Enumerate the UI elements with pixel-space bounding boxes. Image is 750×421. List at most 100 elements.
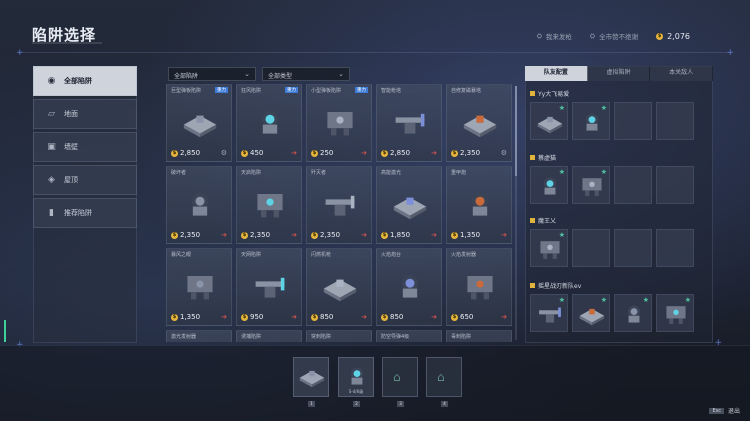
trap-image <box>319 185 361 221</box>
trap-card[interactable]: 狂风陷阱 重力 $450 ➔ <box>236 84 302 162</box>
loadout-slot[interactable] <box>293 357 329 397</box>
trap-card[interactable]: 诱捕陷阱 <box>236 330 302 342</box>
trap-image <box>577 107 607 137</box>
trap-card[interactable]: 小型弹板陷阱 重力 $250 ➔ <box>306 84 372 162</box>
trap-image <box>535 107 565 137</box>
trap-price: $2,850 <box>381 149 411 157</box>
ceiling-icon: ◈ <box>48 175 55 185</box>
trap-price: $2,350 <box>171 231 201 239</box>
buy-arrow-icon[interactable]: ➔ <box>501 231 507 239</box>
loadout-slot[interactable]: ⌂ <box>426 357 462 397</box>
team-trap-slot[interactable]: ★ <box>656 294 694 332</box>
team-panel-tabs: 队友配置 虚拟陷阱 本关敌人 <box>525 66 714 81</box>
team-trap-slot[interactable] <box>614 102 652 140</box>
trap-card[interactable]: 突刺陷阱 <box>306 330 372 342</box>
team-trap-slot[interactable]: ★ <box>572 102 610 140</box>
trap-card[interactable]: 破坏者 $2,350 ➔ <box>166 166 232 244</box>
sidebar-item-floor[interactable]: ▱ 地面 <box>33 99 137 129</box>
trap-card[interactable]: 智能枪塔 $2,850 ➔ <box>376 84 442 162</box>
coin-icon: $ <box>451 149 458 157</box>
team-trap-slot[interactable] <box>572 229 610 267</box>
info-icon[interactable]: ⚙ <box>501 149 507 157</box>
header-right: ⛭ 我来发枪 ⛭ 全市赞不绝谢 $ 2,076 <box>536 31 690 42</box>
trap-card[interactable]: 自修复磁暴塔 $2,350 ⚙ <box>446 84 512 162</box>
buy-arrow-icon[interactable]: ➔ <box>431 231 437 239</box>
sidebar-item-all-traps[interactable]: ◉ 全部陷阱 <box>33 66 137 96</box>
trap-card[interactable]: 暴风之眼 $1,350 ➔ <box>166 248 232 326</box>
buy-arrow-icon[interactable]: ➔ <box>431 149 437 157</box>
trap-price: $2,850 <box>171 149 201 157</box>
team-trap-slot[interactable]: ★ <box>614 294 652 332</box>
team-trap-slot[interactable]: ★ <box>530 294 568 332</box>
team-trap-slot[interactable]: ★ <box>530 229 568 267</box>
trap-card[interactable]: 重甲炮 $1,350 ➔ <box>446 166 512 244</box>
header-link-1[interactable]: ⛭ 我来发枪 <box>536 31 572 42</box>
trap-image <box>179 103 221 139</box>
team-member: 蔡虚猫 ★ ★ <box>530 153 710 204</box>
team-trap-slot[interactable] <box>614 166 652 204</box>
buy-arrow-icon[interactable]: ➔ <box>501 313 507 321</box>
team-trap-slot[interactable]: ★ <box>572 294 610 332</box>
tab-team-config[interactable]: 队友配置 <box>525 66 588 81</box>
rank-icon <box>530 155 535 160</box>
rank-icon <box>530 91 535 96</box>
buy-arrow-icon[interactable]: ➔ <box>431 313 437 321</box>
trap-name: 毒刺陷阱 <box>451 334 472 340</box>
tab-virtual-traps[interactable]: 虚拟陷阱 <box>587 66 651 81</box>
trap-card[interactable]: 火焰炮台 $850 ➔ <box>376 248 442 326</box>
trap-name: 火焰发射器 <box>451 252 477 258</box>
trap-name: 暴风之眼 <box>171 252 192 258</box>
buy-arrow-icon[interactable]: ➔ <box>221 231 227 239</box>
trap-price: $2,350 <box>241 231 271 239</box>
team-trap-slot[interactable] <box>656 166 694 204</box>
info-icon[interactable]: ⚙ <box>221 149 227 157</box>
trap-price: $450 <box>241 149 264 157</box>
team-trap-slot[interactable]: ★ <box>530 102 568 140</box>
grid-scrollbar-thumb[interactable] <box>515 86 517 176</box>
type-filter-select[interactable]: 全部类型 ⌄ <box>262 67 350 81</box>
coin-icon: $ <box>381 231 388 239</box>
coin-icon: $ <box>451 231 458 239</box>
team-trap-slot[interactable] <box>656 229 694 267</box>
wall-icon: ▣ <box>47 142 56 152</box>
buy-arrow-icon[interactable]: ➔ <box>361 313 367 321</box>
empty-slot-icon: ⌂ <box>393 370 401 384</box>
exit-button[interactable]: Esc 退出 <box>709 406 740 415</box>
team-trap-slots: ★ <box>530 229 710 267</box>
tab-enemies[interactable]: 本关敌人 <box>650 66 714 81</box>
trap-card[interactable]: 火焰发射器 $650 ➔ <box>446 248 512 326</box>
loadout-slot[interactable]: S-4/6级 <box>338 357 374 397</box>
buy-arrow-icon[interactable]: ➔ <box>361 149 367 157</box>
trap-card[interactable]: 激光发射器 <box>166 330 232 342</box>
floor-icon: ▱ <box>48 109 55 119</box>
buy-arrow-icon[interactable]: ➔ <box>361 231 367 239</box>
buy-arrow-icon[interactable]: ➔ <box>291 313 297 321</box>
team-trap-slot[interactable]: ★ <box>530 166 568 204</box>
buy-arrow-icon[interactable]: ➔ <box>291 149 297 157</box>
team-trap-slot[interactable]: ★ <box>572 166 610 204</box>
trap-badge: 重力 <box>285 87 298 93</box>
sidebar-item-recommended[interactable]: ▮ 推荐陷阱 <box>33 198 137 228</box>
trap-card[interactable]: 天网陷阱 $950 ➔ <box>236 248 302 326</box>
team-trap-slot[interactable] <box>614 229 652 267</box>
header-link-2[interactable]: ⛭ 全市赞不绝谢 <box>590 31 638 42</box>
trap-card[interactable]: 歼灭者 $2,350 ➔ <box>306 166 372 244</box>
sidebar-item-wall[interactable]: ▣ 墙壁 <box>33 132 137 162</box>
trap-card[interactable]: 毒刺陷阱 <box>446 330 512 342</box>
trap-card[interactable]: 闪燃机枪 $850 ➔ <box>306 248 372 326</box>
trap-card[interactable]: 巨型弹板陷阱 重力 $2,850 ⚙ <box>166 84 232 162</box>
trap-card[interactable]: 高能激光 $1,850 ➔ <box>376 166 442 244</box>
loadout-slot[interactable]: ⌂ <box>382 357 418 397</box>
user-icon: ⛭ <box>536 31 542 40</box>
buy-arrow-icon[interactable]: ➔ <box>291 231 297 239</box>
sidebar-item-ceiling[interactable]: ◈ 屋顶 <box>33 165 137 195</box>
trap-card[interactable]: 防空导弹4级 <box>376 330 442 342</box>
trap-card[interactable]: 天启陷阱 $2,350 ➔ <box>236 166 302 244</box>
trap-grid: 巨型弹板陷阱 重力 $2,850 ⚙ 狂风陷阱 重力 $450 ➔ 小型弹板陷阱 重力 $250 ➔ 智… <box>166 84 512 342</box>
team-trap-slot[interactable] <box>656 102 694 140</box>
coin-icon: $ <box>241 231 248 239</box>
buy-arrow-icon[interactable]: ➔ <box>221 313 227 321</box>
trap-filter-select[interactable]: 全部陷阱 ⌄ <box>168 67 256 81</box>
trap-name: 巨型弹板陷阱 <box>171 88 202 94</box>
esc-key: Esc <box>709 407 724 414</box>
